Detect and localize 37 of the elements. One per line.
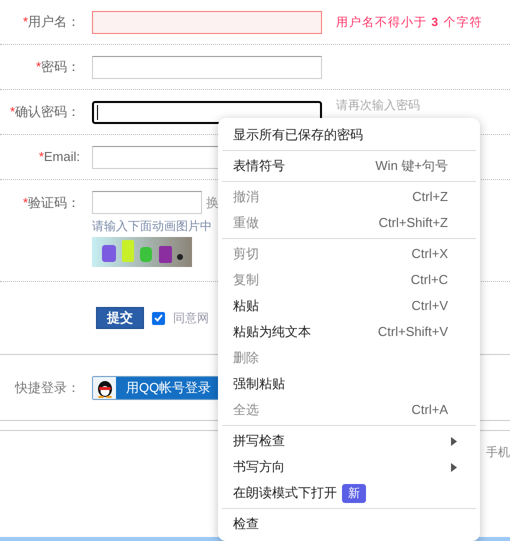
menu-item[interactable]: 书写方向 <box>218 454 480 480</box>
agree-text: 同意网 <box>173 310 209 327</box>
field-hint: 请再次输入密码 <box>336 97 420 114</box>
menu-item[interactable]: 拼写检查 <box>218 428 480 454</box>
shortcut-label: Ctrl+V <box>412 297 448 316</box>
shortcut-label: Ctrl+X <box>412 245 448 264</box>
quick-login-label: 快捷登录： <box>15 378 80 397</box>
input-field[interactable] <box>92 56 322 78</box>
captcha-hint: 请输入下面动画图片中 <box>92 218 213 235</box>
menu-item[interactable]: 粘贴 Ctrl+V <box>218 293 480 319</box>
shortcut-label: Ctrl+C <box>410 271 448 290</box>
shortcut-label: Ctrl+A <box>412 401 448 420</box>
menu-item[interactable]: 在朗读模式下打开 新 <box>218 480 480 506</box>
menu-item[interactable]: 显示所有已保存的密码 <box>218 122 480 148</box>
submit-button[interactable]: 提交 <box>96 307 144 329</box>
input-field[interactable] <box>92 191 202 214</box>
footer-text: 手机 <box>486 444 510 461</box>
field-label: *用户名： <box>22 13 80 32</box>
field-label: *密码： <box>36 58 80 76</box>
menu-item[interactable]: 表情符号 Win 键+句号 <box>218 153 480 179</box>
shortcut-label: Ctrl+Shift+V <box>378 323 448 342</box>
menu-item[interactable]: 粘贴为纯文本 Ctrl+Shift+V <box>218 319 480 345</box>
shortcut-label: Win 键+句号 <box>375 157 448 176</box>
input-field[interactable] <box>92 10 322 34</box>
text-cursor <box>97 104 98 120</box>
agree-checkbox[interactable] <box>152 312 165 324</box>
field-label: *验证码： <box>22 194 80 212</box>
field-label: *Email: <box>38 148 80 166</box>
submenu-arrow-icon <box>451 462 457 472</box>
shortcut-label: Ctrl+Shift+Z <box>378 214 448 232</box>
error-message: 用户名不得小于 3 个字符 <box>336 14 482 31</box>
menu-item[interactable]: 检查 <box>218 511 480 537</box>
new-badge: 新 <box>342 484 366 502</box>
input-field[interactable] <box>92 100 322 124</box>
field-label: *确认密码： <box>10 103 80 122</box>
shortcut-label: Ctrl+Z <box>412 188 448 206</box>
submenu-arrow-icon <box>451 436 457 446</box>
